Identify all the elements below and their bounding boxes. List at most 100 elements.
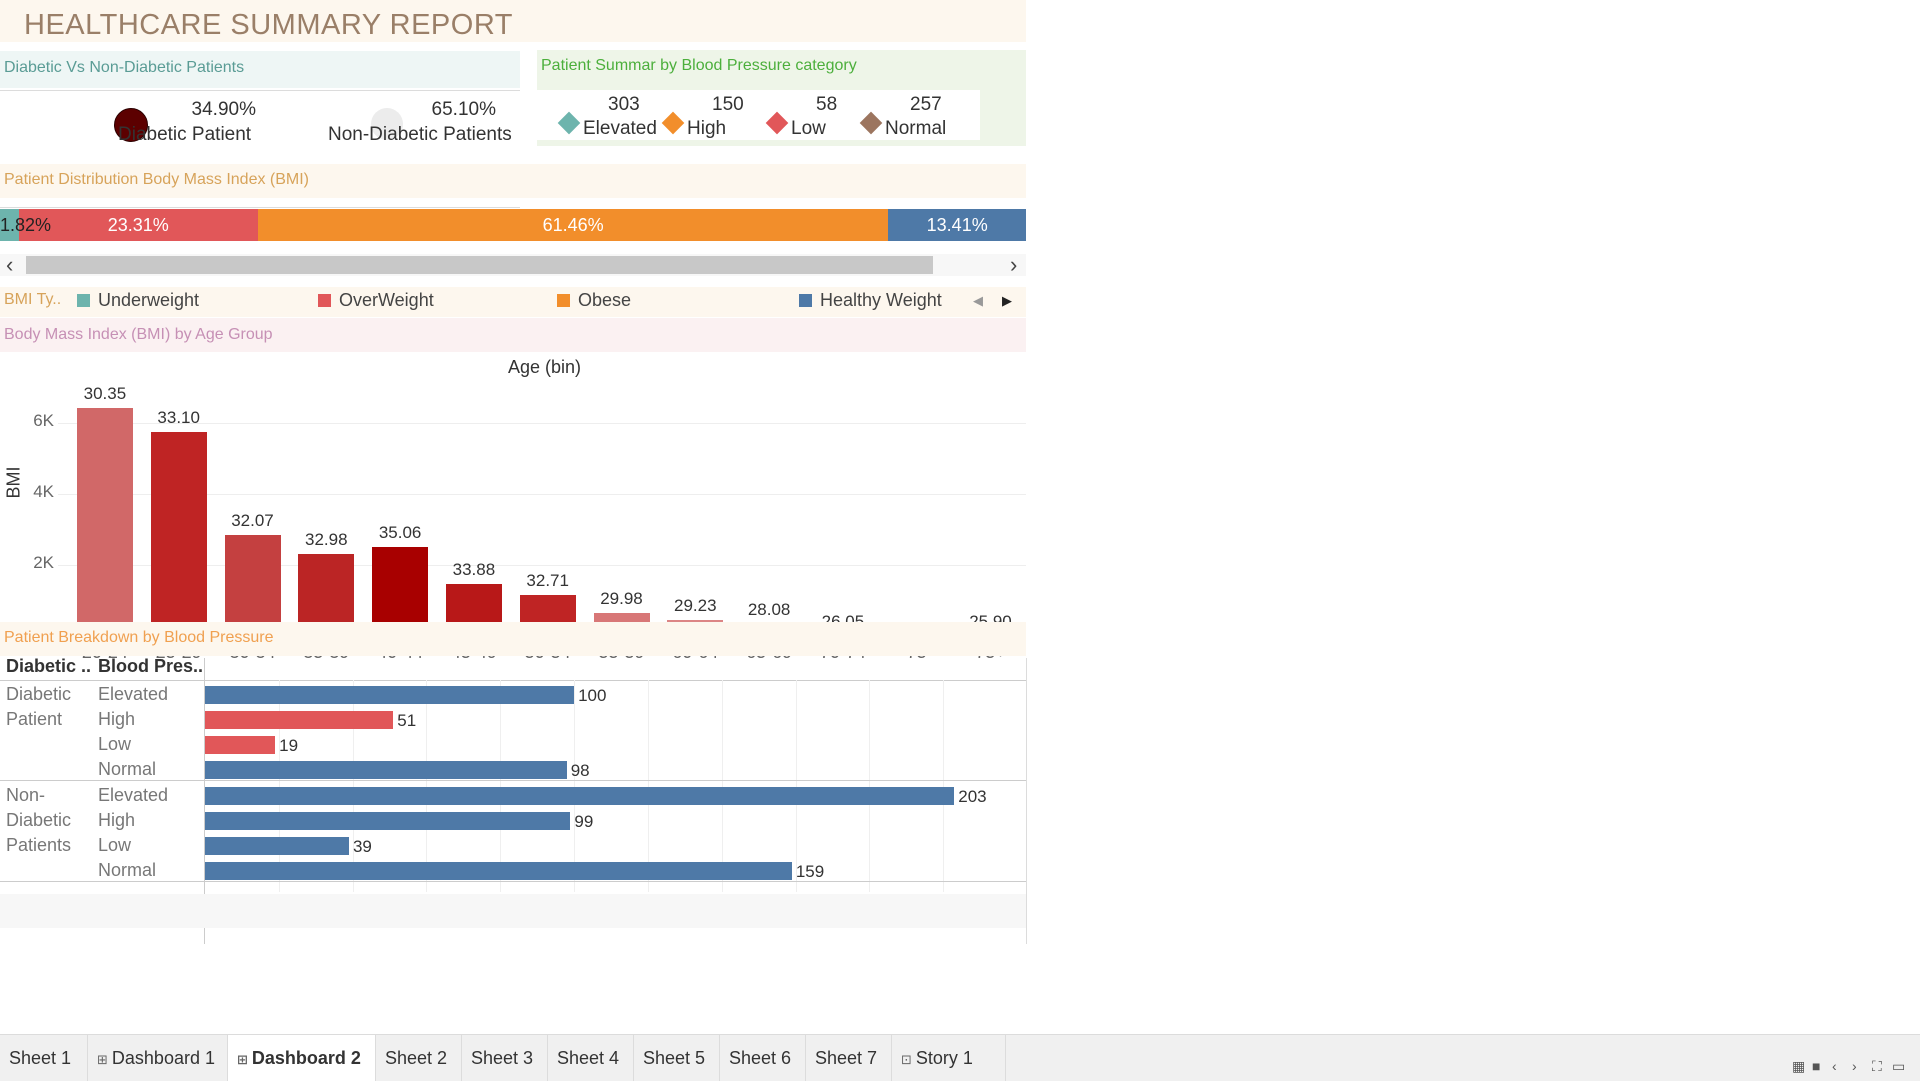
bp-bar-value: 39	[352, 837, 372, 856]
sheet-tab[interactable]: Sheet 7	[806, 1035, 892, 1081]
col-bp-header[interactable]: Blood Pres..	[98, 656, 203, 677]
bmi-age-header: Body Mass Index (BMI) by Age Group	[4, 326, 273, 343]
bp-diamond-icon[interactable]	[765, 111, 789, 135]
bar-value-label: 32.98	[305, 530, 348, 550]
bmi-segment[interactable]: 13.41%	[888, 209, 1026, 241]
legend-label[interactable]: OverWeight	[339, 290, 434, 311]
bp-bar-value: 203	[958, 787, 987, 806]
bp-category-label: Low	[98, 835, 132, 855]
bp-summary-value: 303	[608, 94, 640, 115]
prev-sheet-icon[interactable]: ‹	[1832, 1058, 1837, 1074]
bp-bar[interactable]	[205, 812, 571, 830]
tab-label: Sheet 3	[471, 1048, 534, 1068]
bp-bar[interactable]	[205, 837, 349, 855]
bp-bar[interactable]	[205, 686, 575, 704]
gridline	[647, 680, 649, 892]
sheet-tab[interactable]: Sheet 3	[462, 1035, 548, 1081]
gridline	[721, 680, 723, 892]
bp-bar[interactable]	[205, 862, 792, 880]
sheet-tab[interactable]: Sheet 6	[720, 1035, 806, 1081]
bar-value-label: 28.08	[747, 599, 791, 619]
y-tick-label: 4K	[33, 481, 54, 501]
bp-diamond-icon[interactable]	[859, 111, 883, 135]
bar-value-label: 29.23	[674, 596, 717, 615]
legend-next-icon[interactable]: ▶	[1002, 293, 1012, 309]
group-label: Diabetic	[6, 810, 72, 830]
bar-value-label: 33.10	[157, 407, 200, 427]
legend-label[interactable]: Healthy Weight	[820, 290, 942, 311]
legend-swatch	[799, 294, 812, 307]
legend-prev-icon[interactable]: ◀	[973, 293, 983, 309]
legend-label[interactable]: Obese	[578, 290, 631, 311]
bmi-dist-header: Patient Distribution Body Mass Index (BM…	[4, 171, 310, 188]
scroll-thumb[interactable]	[26, 256, 933, 274]
next-sheet-icon[interactable]: ›	[1852, 1058, 1857, 1074]
bp-summary-header: Patient Summar by Blood Pressure categor…	[541, 57, 857, 74]
bp-bar-value: 100	[578, 686, 607, 705]
sheet-tab[interactable]: Sheet 2	[376, 1035, 462, 1081]
bp-bar[interactable]	[205, 787, 955, 805]
bp-diamond-icon[interactable]	[557, 111, 581, 135]
bp-category-label: Low	[98, 734, 132, 754]
age-bar[interactable]	[76, 408, 133, 636]
bp-breakdown-header: Patient Breakdown by Blood Pressure	[4, 629, 274, 646]
gridline	[574, 680, 576, 892]
y-tick-label: 2K	[33, 552, 54, 572]
bp-bar-value: 19	[279, 736, 299, 755]
bp-bar[interactable]	[205, 761, 567, 779]
tab-label: Dashboard 1	[111, 1048, 215, 1068]
tab-label: Sheet 2	[385, 1048, 448, 1068]
bp-category-label: Elevated	[98, 684, 169, 704]
sheet-tab[interactable]: ⊞ Dashboard 2	[228, 1035, 376, 1081]
tab-label: Dashboard 2	[251, 1048, 361, 1068]
bp-category-label: Elevated	[98, 785, 169, 805]
scroll-left-icon[interactable]: ‹	[6, 252, 13, 278]
bp-summary-label: Elevated	[583, 118, 657, 139]
bmi-segment[interactable]: 1.82%	[0, 209, 51, 241]
bp-category-label: Normal	[98, 759, 157, 779]
bp-diamond-icon[interactable]	[661, 111, 685, 135]
bmi-segment[interactable]: 23.31%	[18, 209, 258, 241]
age-bar[interactable]	[224, 534, 281, 636]
bp-bar[interactable]	[205, 736, 276, 754]
bp-summary-label: Normal	[885, 118, 947, 139]
bottom-controls: ▦ ■ ‹ › ⛶ ▭	[1792, 1058, 1920, 1080]
horizontal-scrollbar[interactable]: ‹ ›	[0, 252, 1026, 278]
bp-bar-value: 51	[397, 711, 417, 730]
bp-bar[interactable]	[205, 711, 394, 729]
fullscreen-icon[interactable]: ⛶	[1872, 1058, 1882, 1075]
sheet-tab[interactable]: Sheet 5	[634, 1035, 720, 1081]
sheet-tab[interactable]: ⊞ Dashboard 1	[88, 1035, 228, 1081]
bar-value-label: 32.71	[526, 571, 569, 591]
age-bar[interactable]	[150, 431, 207, 636]
legend-label[interactable]: Underweight	[98, 290, 199, 311]
tab-label: Sheet 6	[729, 1048, 792, 1068]
tab-label: Sheet 7	[815, 1048, 878, 1068]
bp-summary-label: Low	[791, 118, 826, 139]
group-divider	[0, 881, 1026, 882]
sheet-tab[interactable]: ⊡ Story 1	[892, 1035, 1006, 1081]
single-view-icon[interactable]: ■	[1812, 1058, 1820, 1074]
sheet-tab[interactable]: Sheet 1	[0, 1035, 88, 1081]
col-diabetic-header[interactable]: Diabetic ..	[6, 656, 91, 677]
scroll-right-icon[interactable]: ›	[1010, 252, 1017, 278]
bar-value-label: 29.98	[600, 588, 643, 608]
tab-icon: ⊞	[237, 1052, 248, 1067]
grid-view-icon[interactable]: ▦	[1792, 1058, 1805, 1075]
gridline	[869, 680, 871, 892]
sheet-tab[interactable]: Sheet 4	[548, 1035, 634, 1081]
tab-label: Story 1	[915, 1048, 973, 1068]
group-label: Patients	[6, 835, 72, 855]
bar-value-label: 35.06	[378, 523, 422, 543]
dashboard: HEALTHCARE SUMMARY REPORT Diabetic Vs No…	[0, 0, 1027, 944]
bar-value-label: 32.07	[231, 510, 274, 530]
diabetic-label: Diabetic Patient	[118, 124, 252, 145]
tab-label: Sheet 5	[643, 1048, 706, 1068]
bp-breakdown-footer	[0, 894, 1026, 928]
bp-summary-label: High	[687, 118, 727, 139]
y-tick-label: 6K	[33, 410, 54, 430]
bp-category-label: Normal	[98, 860, 157, 880]
bmi-segment[interactable]: 61.46%	[257, 209, 889, 241]
non-diabetic-percent: 65.10%	[431, 99, 496, 120]
presentation-icon[interactable]: ▭	[1892, 1058, 1905, 1075]
